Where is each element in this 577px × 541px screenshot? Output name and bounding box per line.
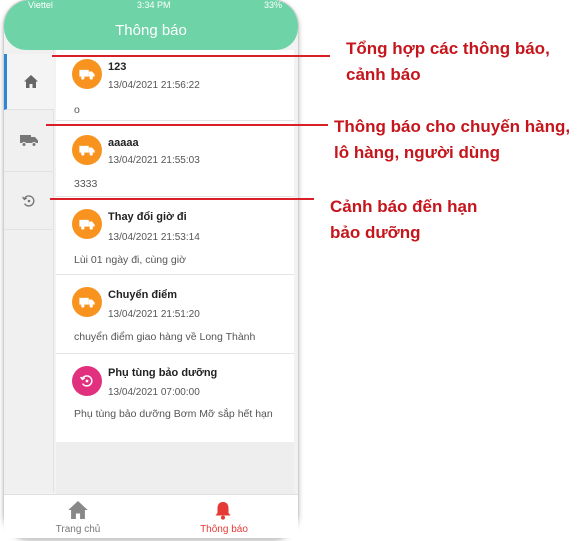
truck-icon <box>79 297 95 308</box>
bottom-nav: Trang chủ Thông báo <box>4 494 298 538</box>
callout-line-maintenance <box>50 198 314 200</box>
notification-icon-badge <box>72 135 102 165</box>
truck-icon <box>79 145 95 156</box>
callout-summary-line2: cảnh báo <box>346 65 421 84</box>
truck-icon <box>79 69 95 80</box>
notification-body: Lùi 01 ngày đi, cùng giờ <box>74 254 186 266</box>
home-icon <box>68 501 88 519</box>
callout-summary: Tổng hợp các thông báo, cảnh báo <box>346 36 550 88</box>
notification-icon-badge <box>72 366 102 396</box>
notification-time: 13/04/2021 07:00:00 <box>108 387 200 398</box>
annotated-screenshot: Viettel 3:34 PM 33% Thông báo 123 13/04/… <box>0 0 577 541</box>
home-icon <box>23 75 38 88</box>
battery-label: 33% <box>263 0 282 10</box>
maintenance-icon <box>80 375 93 387</box>
notification-icon-badge <box>72 287 102 317</box>
callout-summary-line1: Tổng hợp các thông báo, <box>346 39 550 58</box>
notification-time: 13/04/2021 21:55:03 <box>108 155 200 166</box>
truck-icon <box>20 135 38 147</box>
callout-line-shipment <box>46 124 328 126</box>
tab-notifications-label: Thông báo <box>200 524 248 535</box>
callout-shipment: Thông báo cho chuyến hàng, lô hàng, ngườ… <box>334 114 570 166</box>
notification-body: 3333 <box>74 178 98 190</box>
notification-time: 13/04/2021 21:51:20 <box>108 309 200 320</box>
notification-list: 123 13/04/2021 21:56:22 o aaaaa 13/04/20… <box>56 50 294 442</box>
callout-shipment-line1: Thông báo cho chuyến hàng, <box>334 117 571 136</box>
notification-icon-badge <box>72 209 102 239</box>
empty-list-area <box>56 442 294 494</box>
rail-item-all[interactable] <box>4 54 54 110</box>
notification-title: Chuyển điểm <box>108 289 178 301</box>
callout-shipment-line2: lô hàng, người dùng <box>334 143 501 162</box>
carrier-label: Viettel <box>28 0 53 10</box>
tab-home[interactable]: Trang chủ <box>28 495 128 539</box>
maintenance-icon <box>22 194 35 207</box>
notification-item[interactable]: Phụ tùng bảo dưỡng 13/04/2021 07:00:00 P… <box>56 354 294 442</box>
notification-body: Phụ tùng bảo dưỡng Bơm Mỡ sắp hết hạn <box>74 408 273 420</box>
rail-item-maintenance[interactable] <box>4 172 54 230</box>
callout-maintenance-line1: Cảnh báo đến hạn <box>330 197 478 216</box>
tab-notifications[interactable]: Thông báo <box>174 495 274 539</box>
clock-label: 3:34 PM <box>137 0 171 10</box>
tab-home-label: Trang chủ <box>55 524 101 535</box>
callout-line-summary <box>52 55 330 57</box>
notification-icon-badge <box>72 59 102 89</box>
side-rail <box>4 50 54 492</box>
notification-time: 13/04/2021 21:53:14 <box>108 232 200 243</box>
rail-item-shipments[interactable] <box>4 110 54 172</box>
notification-time: 13/04/2021 21:56:22 <box>108 80 200 91</box>
notification-item[interactable]: Chuyển điểm 13/04/2021 21:51:20 chuyển đ… <box>56 275 294 354</box>
notification-title: Thay đổi giờ đi <box>108 211 187 223</box>
page-title: Thông báo <box>115 22 187 39</box>
bell-icon <box>215 502 231 520</box>
notification-item[interactable]: Thay đổi giờ đi 13/04/2021 21:53:14 Lùi … <box>56 197 294 275</box>
notification-body: chuyển điểm giao hàng về Long Thành <box>74 331 256 343</box>
notification-item[interactable]: 123 13/04/2021 21:56:22 o <box>56 50 294 121</box>
notification-title: aaaaa <box>108 137 139 149</box>
app-header: Thông báo <box>4 10 298 50</box>
callout-maintenance-line2: bảo dưỡng <box>330 223 421 242</box>
notification-item[interactable]: aaaaa 13/04/2021 21:55:03 3333 <box>56 121 294 197</box>
notification-title: 123 <box>108 61 127 73</box>
truck-icon <box>79 219 95 230</box>
callout-maintenance: Cảnh báo đến hạn bảo dưỡng <box>330 194 477 246</box>
notification-title: Phụ tùng bảo dưỡng <box>108 367 218 379</box>
notification-body: o <box>74 104 80 116</box>
